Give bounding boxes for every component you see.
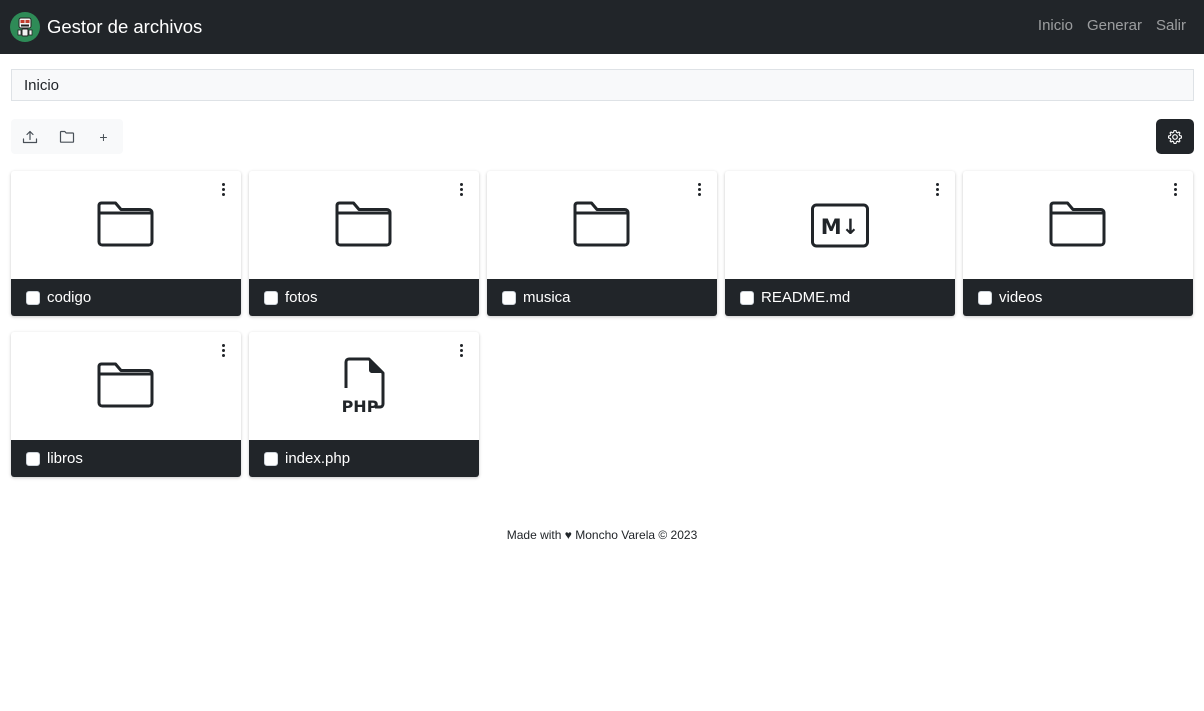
folder-icon	[335, 201, 392, 247]
upload-icon	[22, 130, 37, 143]
select-checkbox[interactable]	[26, 290, 40, 305]
card-body[interactable]	[11, 332, 241, 440]
select-checkbox[interactable]	[26, 451, 40, 466]
file-name[interactable]: musica	[523, 289, 571, 306]
markdown-badge: M↓	[821, 215, 860, 239]
file-card-readme[interactable]: M↓ README.md	[725, 171, 955, 316]
card-body[interactable]: PHP	[249, 332, 479, 440]
folder-icon	[97, 201, 154, 247]
card-footer: fotos	[249, 279, 479, 316]
card-footer: videos	[963, 279, 1193, 316]
file-name[interactable]: fotos	[285, 289, 318, 306]
select-checkbox[interactable]	[264, 290, 278, 305]
file-name[interactable]: index.php	[285, 450, 350, 467]
card-body[interactable]	[11, 171, 241, 279]
breadcrumb-item-current: Inicio	[24, 76, 60, 94]
markdown-file-icon: M↓	[811, 203, 869, 248]
robot-avatar-icon	[10, 12, 40, 42]
select-checkbox[interactable]	[740, 290, 754, 305]
card-body[interactable]	[249, 171, 479, 279]
folder-icon	[1049, 201, 1106, 247]
navbar: Gestor de archivos Inicio Generar Salir	[0, 0, 1204, 54]
page-footer: Made with ♥ Moncho Varela © 2023	[506, 528, 698, 542]
file-card-codigo[interactable]: codigo	[11, 171, 241, 316]
new-file-button[interactable]: +	[85, 119, 122, 154]
file-card-libros[interactable]: libros	[11, 332, 241, 477]
nav-link-generar[interactable]: Generar	[1087, 17, 1142, 34]
nav-link-salir[interactable]: Salir	[1156, 17, 1186, 34]
more-options-icon[interactable]	[931, 181, 943, 197]
upload-button[interactable]	[11, 119, 48, 154]
card-footer: index.php	[249, 440, 479, 477]
file-card-videos[interactable]: videos	[963, 171, 1193, 316]
card-footer: libros	[11, 440, 241, 477]
brand-link[interactable]: Gestor de archivos	[10, 12, 202, 42]
more-options-icon[interactable]	[455, 181, 467, 197]
breadcrumb: Inicio	[11, 69, 1194, 101]
toolbar: +	[11, 119, 123, 154]
more-options-icon[interactable]	[693, 181, 705, 197]
file-card-musica[interactable]: musica	[487, 171, 717, 316]
card-footer: codigo	[11, 279, 241, 316]
plus-icon: +	[99, 128, 108, 145]
more-options-icon[interactable]	[217, 181, 229, 197]
file-name[interactable]: videos	[999, 289, 1042, 306]
card-body[interactable]	[487, 171, 717, 279]
select-checkbox[interactable]	[264, 451, 278, 466]
file-name[interactable]: codigo	[47, 289, 91, 306]
file-card-fotos[interactable]: fotos	[249, 171, 479, 316]
select-checkbox[interactable]	[978, 290, 992, 305]
folder-icon	[97, 362, 154, 408]
nav-link-inicio[interactable]: Inicio	[1038, 17, 1073, 34]
folder-icon	[573, 201, 630, 247]
more-options-icon[interactable]	[217, 342, 229, 358]
php-file-icon: PHP	[342, 357, 385, 416]
settings-button[interactable]	[1156, 119, 1194, 154]
card-footer: README.md	[725, 279, 955, 316]
nav-links: Inicio Generar Salir	[1038, 17, 1186, 34]
file-card-index-php[interactable]: PHP index.php	[249, 332, 479, 477]
card-body[interactable]: M↓	[725, 171, 955, 279]
card-body[interactable]	[963, 171, 1193, 279]
gear-icon	[1167, 129, 1183, 144]
card-footer: musica	[487, 279, 717, 316]
more-options-icon[interactable]	[455, 342, 467, 358]
file-name[interactable]: README.md	[761, 289, 850, 306]
more-options-icon[interactable]	[1169, 181, 1181, 197]
new-folder-button[interactable]	[48, 119, 85, 154]
folder-icon	[59, 130, 74, 143]
php-badge: PHP	[342, 397, 379, 416]
app-title: Gestor de archivos	[47, 16, 203, 37]
select-checkbox[interactable]	[502, 290, 516, 305]
file-name[interactable]: libros	[47, 450, 83, 467]
